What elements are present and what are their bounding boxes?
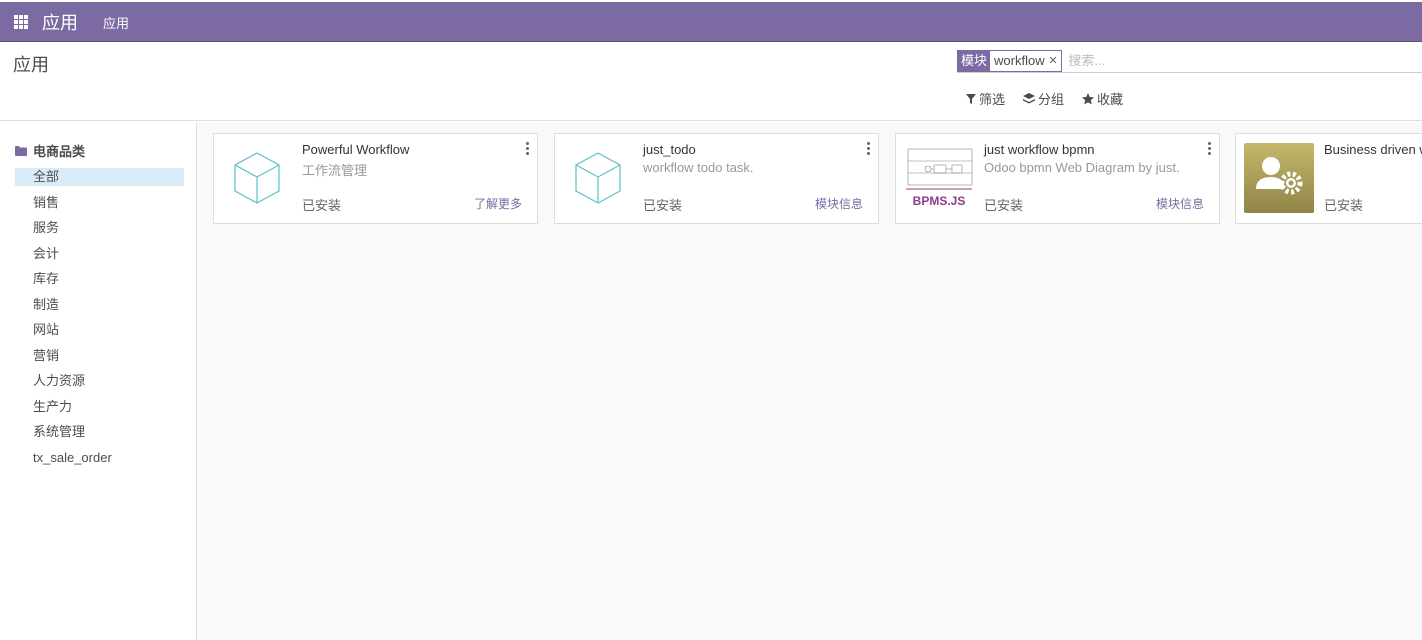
folder-icon [15,145,27,156]
favorites-button[interactable]: 收藏 [1082,89,1123,108]
search-input[interactable] [1066,52,1367,69]
card-title: Business driven w [1324,142,1422,157]
module-card[interactable]: BPMS.JS just workflow bpmn Odoo bpmn Web… [895,133,1220,224]
app-brand[interactable]: 应用 [42,9,78,35]
sidebar-item-all[interactable]: 全部 [15,168,184,186]
sidebar-item-administration[interactable]: 系统管理 [15,423,184,449]
card-title: just workflow bpmn [984,142,1095,157]
sidebar-item-services[interactable]: 服务 [15,219,184,245]
sidebar-item-accounting[interactable]: 会计 [15,245,184,271]
apps-grid-icon[interactable] [14,14,28,29]
layers-icon [1023,92,1036,103]
search-bar: 模块 workflow × [957,49,1422,73]
card-status: 已安装 [302,198,342,213]
module-card[interactable]: Powerful Workflow 工作流管理 已安装 了解更多 [213,133,538,224]
sidebar-item-hr[interactable]: 人力资源 [15,372,184,398]
module-info-link[interactable]: 模块信息 [1156,195,1204,212]
control-panel: 应用 模块 workflow × 筛选 分组 收藏 [0,42,1422,121]
group-by-label: 分组 [1038,92,1065,107]
card-status: 已安装 [1324,198,1364,213]
module-card[interactable]: just_todo workflow todo task. 已安装 模块信息 [554,133,879,224]
sidebar-item-tx-sale-order[interactable]: tx_sale_order [15,449,184,475]
card-summary: Odoo bpmn Web Diagram by just. [984,160,1180,175]
sidebar-item-manufacturing[interactable]: 制造 [15,296,184,322]
sidebar-item-sales[interactable]: 销售 [15,194,184,220]
module-card[interactable]: Business driven w 已安装 [1235,133,1422,224]
facet-label: 模块 [958,50,991,71]
filter-label: 筛选 [979,92,1006,107]
sidebar-header: 电商品类 [15,141,85,160]
search-facet[interactable]: 模块 workflow × [957,49,1063,72]
search-options: 筛选 分组 收藏 [966,89,1123,108]
category-sidebar: 电商品类 全部 销售 服务 会计 库存 制造 网站 营销 人力资源 生产力 系统… [0,122,197,640]
cube-icon [234,152,280,204]
sidebar-header-label: 电商品类 [33,144,86,159]
nav-menu-apps[interactable]: 应用 [103,13,129,32]
card-status: 已安装 [643,198,683,213]
close-icon[interactable]: × [1049,51,1062,71]
kebab-menu-icon[interactable] [526,142,529,155]
sidebar-item-inventory[interactable]: 库存 [15,270,184,296]
cube-icon [575,152,621,204]
card-summary: 工作流管理 [302,163,368,178]
top-navbar: 应用 应用 [0,2,1422,42]
user-gear-icon [1244,143,1314,213]
filter-button[interactable]: 筛选 [966,89,1005,108]
filter-icon [966,93,976,104]
kebab-menu-icon[interactable] [867,142,870,155]
star-icon [1082,92,1095,104]
facet-value: workflow [994,53,1045,68]
sidebar-item-productivity[interactable]: 生产力 [15,398,184,424]
category-list: 全部 销售 服务 会计 库存 制造 网站 营销 人力资源 生产力 系统管理 tx… [15,168,184,474]
card-title: Powerful Workflow [302,142,410,157]
group-by-button[interactable]: 分组 [1023,89,1064,108]
sidebar-item-website[interactable]: 网站 [15,321,184,347]
card-summary: workflow todo task. [643,160,754,175]
learn-more-link[interactable]: 了解更多 [474,195,522,212]
kebab-menu-icon[interactable] [1208,142,1211,155]
page-title: 应用 [13,55,49,75]
card-title: just_todo [643,142,696,157]
bpmn-diagram-icon: BPMS.JS [904,143,974,213]
sidebar-item-marketing[interactable]: 营销 [15,347,184,373]
module-kanban: Powerful Workflow 工作流管理 已安装 了解更多 just_to… [197,122,1422,640]
card-status: 已安装 [984,198,1024,213]
favorites-label: 收藏 [1097,92,1124,107]
bpmn-logo-text: BPMS.JS [913,194,966,208]
module-info-link[interactable]: 模块信息 [815,195,863,212]
